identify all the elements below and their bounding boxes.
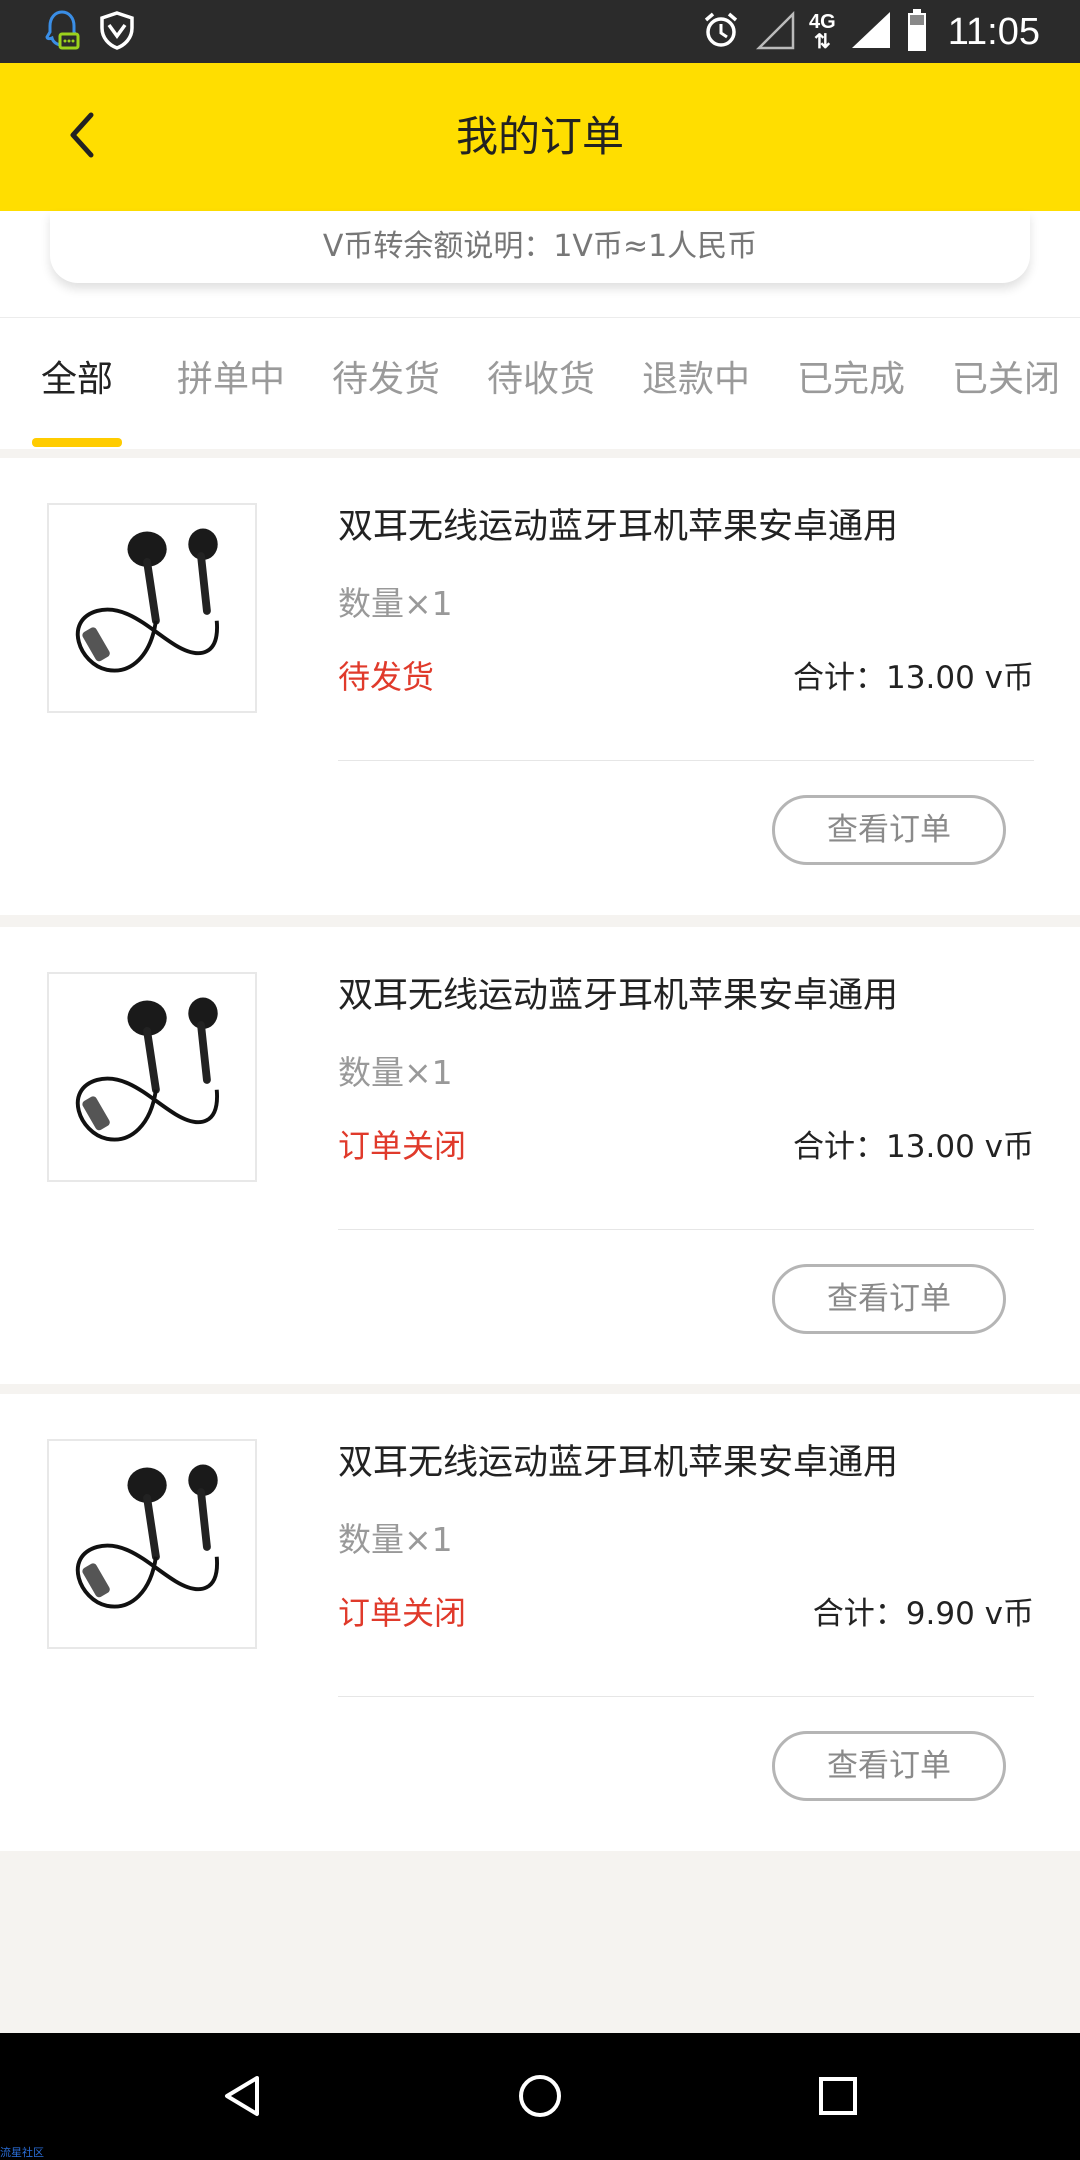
coin-info-card: V币转余额说明：1V币≈1人民币 [50, 211, 1030, 283]
order-tabs: 全部 拼单中 待发货 待收货 退款中 已完成 已关闭 [0, 317, 1080, 449]
back-triangle-icon [219, 2072, 263, 2124]
tab-pending-receipt[interactable]: 待收货 [476, 318, 606, 449]
active-tab-indicator [32, 438, 122, 447]
divider [338, 1696, 1034, 1697]
product-image[interactable] [47, 972, 257, 1182]
tab-refunding[interactable]: 退款中 [631, 318, 761, 449]
view-order-button[interactable]: 查看订单 [772, 795, 1006, 865]
divider [338, 1229, 1034, 1230]
network-4g-icon: 4G ⇅ [809, 11, 836, 53]
status-time: 11:05 [947, 10, 1040, 53]
view-order-button[interactable]: 查看订单 [772, 1731, 1006, 1801]
product-title: 双耳无线运动蓝牙耳机苹果安卓通用 [338, 976, 899, 1016]
tab-pending-shipment[interactable]: 待发货 [321, 318, 451, 449]
order-status: 订单关闭 [338, 1127, 467, 1165]
order-total: 合计：9.90 v币 [812, 1596, 1034, 1632]
home-circle-icon [516, 2072, 564, 2124]
order-card[interactable]: 双耳无线运动蓝牙耳机苹果安卓通用 数量×1 订单关闭 合计：9.90 v币 查看… [0, 1394, 1080, 1851]
order-total: 合计：13.00 v币 [793, 1129, 1034, 1165]
order-total: 合计：13.00 v币 [793, 660, 1034, 696]
tab-completed[interactable]: 已完成 [786, 318, 916, 449]
recents-square-icon [816, 2074, 860, 2122]
earphones-image [75, 1464, 219, 1609]
info-area: V币转余额说明：1V币≈1人民币 [0, 211, 1080, 317]
page-title: 我的订单 [455, 112, 624, 161]
earphones-image [75, 528, 219, 673]
view-order-button[interactable]: 查看订单 [772, 1264, 1006, 1334]
product-quantity: 数量×1 [338, 584, 453, 623]
order-card[interactable]: 双耳无线运动蓝牙耳机苹果安卓通用 数量×1 订单关闭 合计：13.00 v币 查… [0, 927, 1080, 1384]
tab-group-buying[interactable]: 拼单中 [166, 318, 296, 449]
order-status: 待发货 [338, 658, 435, 696]
alarm-icon [701, 10, 741, 54]
system-nav-bar: 流星社区 [0, 2033, 1080, 2160]
product-quantity: 数量×1 [338, 1053, 453, 1092]
shield-icon [98, 10, 136, 54]
product-image[interactable] [47, 1439, 257, 1649]
status-left [44, 10, 136, 54]
tab-closed[interactable]: 已关闭 [941, 318, 1071, 449]
signal-full-icon [850, 10, 892, 54]
nav-back-button[interactable] [206, 2063, 276, 2133]
order-status: 订单关闭 [338, 1594, 467, 1632]
tab-all[interactable]: 全部 [22, 318, 132, 449]
order-card[interactable]: 双耳无线运动蓝牙耳机苹果安卓通用 数量×1 待发货 合计：13.00 v币 查看… [0, 458, 1080, 915]
status-right: 4G ⇅ 11:05 [701, 6, 1040, 58]
battery-icon [906, 8, 928, 56]
product-title: 双耳无线运动蓝牙耳机苹果安卓通用 [338, 507, 899, 547]
divider [338, 760, 1034, 761]
status-bar: 4G ⇅ 11:05 [0, 0, 1080, 63]
earphones-image [75, 997, 219, 1142]
nav-home-button[interactable] [505, 2063, 575, 2133]
product-image[interactable] [47, 503, 257, 713]
product-title: 双耳无线运动蓝牙耳机苹果安卓通用 [338, 1443, 899, 1483]
nav-recents-button[interactable] [803, 2063, 873, 2133]
qq-notification-icon [44, 8, 80, 56]
product-quantity: 数量×1 [338, 1520, 453, 1559]
signal-icon [755, 10, 795, 54]
watermark: 流星社区 [0, 2146, 44, 2159]
coin-info-text: V币转余额说明：1V币≈1人民币 [322, 229, 758, 264]
app-header: 我的订单 [0, 63, 1080, 211]
